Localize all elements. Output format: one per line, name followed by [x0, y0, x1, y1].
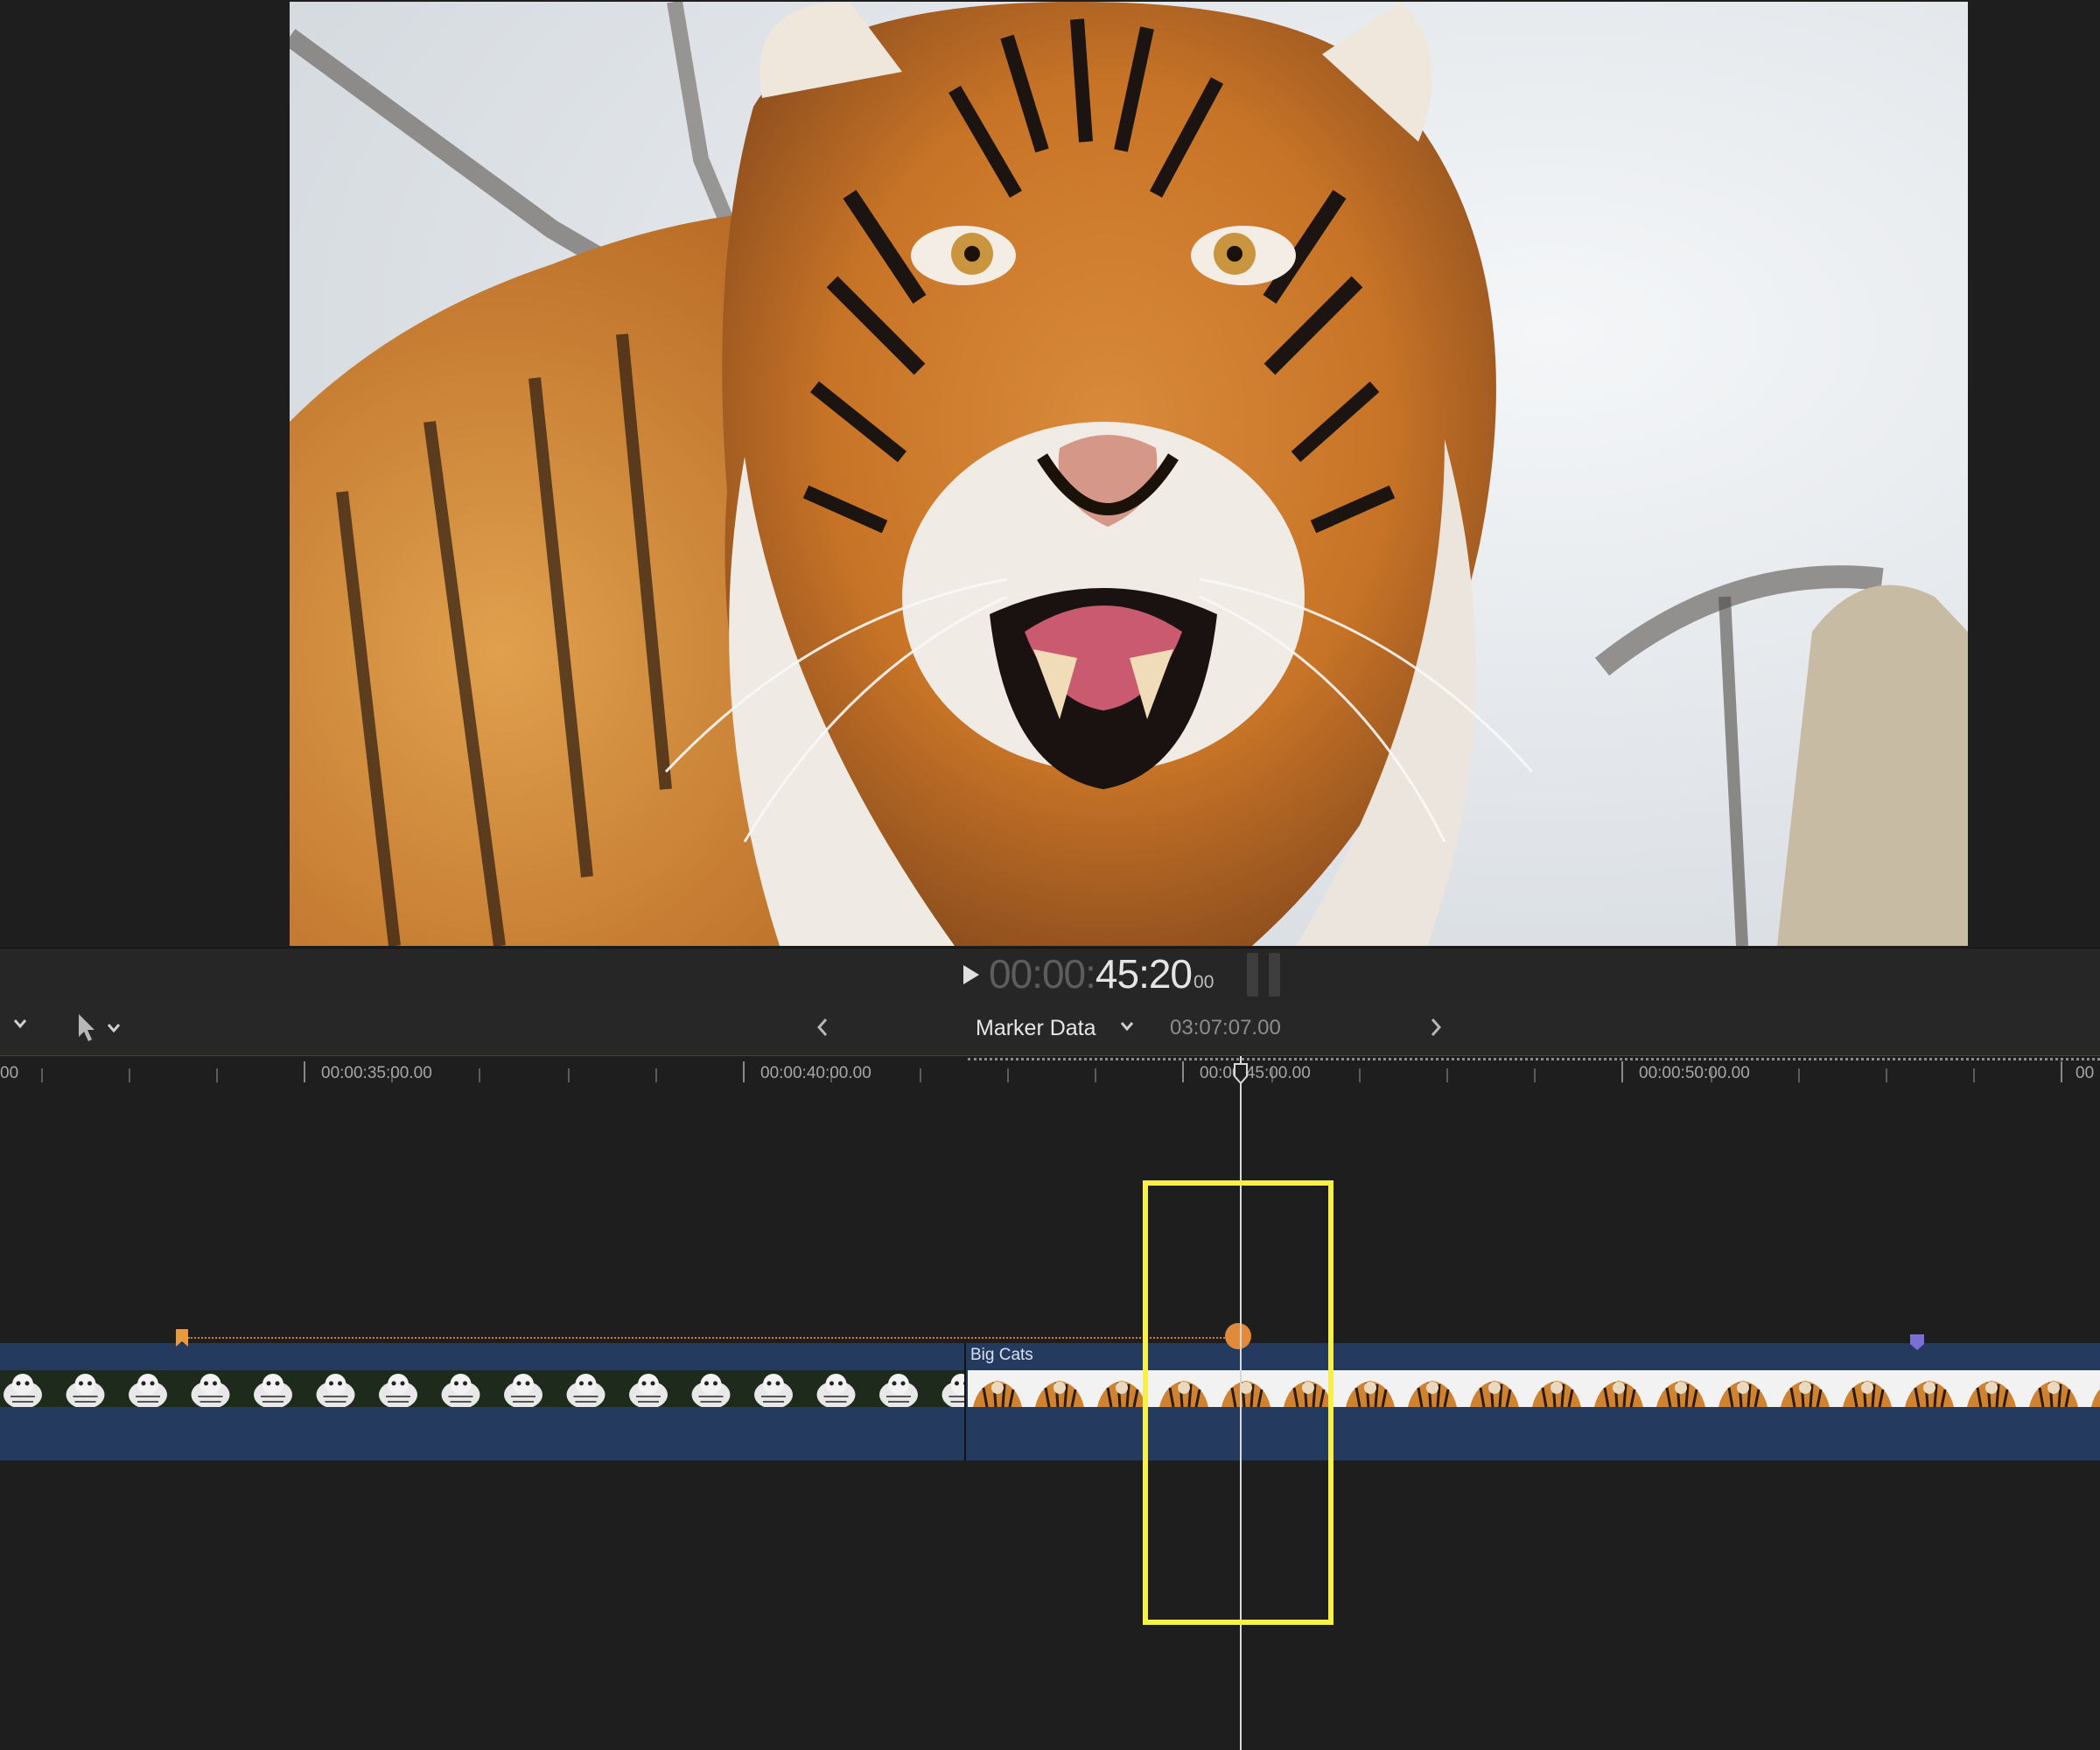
chevron-down-icon[interactable]: [12, 1018, 28, 1030]
ruler-label: 00:00:50:00.00: [1639, 1064, 1750, 1082]
marker-icon[interactable]: [175, 1328, 189, 1348]
audio-meter-left: [1247, 953, 1258, 997]
project-duration: 03:07:07.00: [1170, 1016, 1281, 1040]
tiger-thumbnails: [968, 1370, 2100, 1407]
chevron-left-icon[interactable]: [809, 1012, 836, 1043]
audio-meter-right: [1269, 953, 1280, 997]
highlight-box: [1143, 1180, 1334, 1625]
tiger-filmstrip: [968, 1370, 2100, 1407]
marker-range-line: [188, 1337, 1238, 1339]
timecode-hours-minutes: 00:00:: [989, 951, 1096, 997]
tiger-image: [290, 2, 1968, 946]
marker-icon[interactable]: [1909, 1334, 1925, 1351]
play-icon[interactable]: [961, 963, 982, 986]
ruler-label: 00:00:35:00.00: [321, 1064, 432, 1082]
ruler-label: 00:00:45:00.00: [1200, 1064, 1311, 1082]
timecode-frames: 00: [1194, 972, 1214, 992]
project-title[interactable]: Marker Data: [976, 1014, 1096, 1042]
ruler-label: 00: [2076, 1064, 2095, 1082]
ruler-label: 00:00:40:00.00: [760, 1064, 872, 1082]
selected-range-indicator: [968, 1058, 2100, 1060]
timecode-seconds: 45:20: [1095, 951, 1193, 997]
playhead-handle-icon[interactable]: [1233, 1062, 1249, 1085]
timecode-display[interactable]: 00:00:45:2000: [989, 949, 1214, 998]
ruler-label: 00: [0, 1064, 19, 1082]
video-preview[interactable]: [290, 2, 1968, 946]
owl-filmstrip: [0, 1370, 964, 1407]
chevron-right-icon[interactable]: [1423, 1012, 1449, 1043]
arrow-select-icon[interactable]: [75, 1012, 128, 1044]
viewer-panel: [0, 0, 2100, 948]
owl-thumbnails: [0, 1370, 964, 1407]
chevron-down-icon[interactable]: [1119, 1020, 1135, 1032]
clip-title: Big Cats: [970, 1346, 1033, 1364]
ruler-ticks: [41, 1061, 2062, 1082]
timeline-ruler[interactable]: [0, 1056, 2100, 1093]
